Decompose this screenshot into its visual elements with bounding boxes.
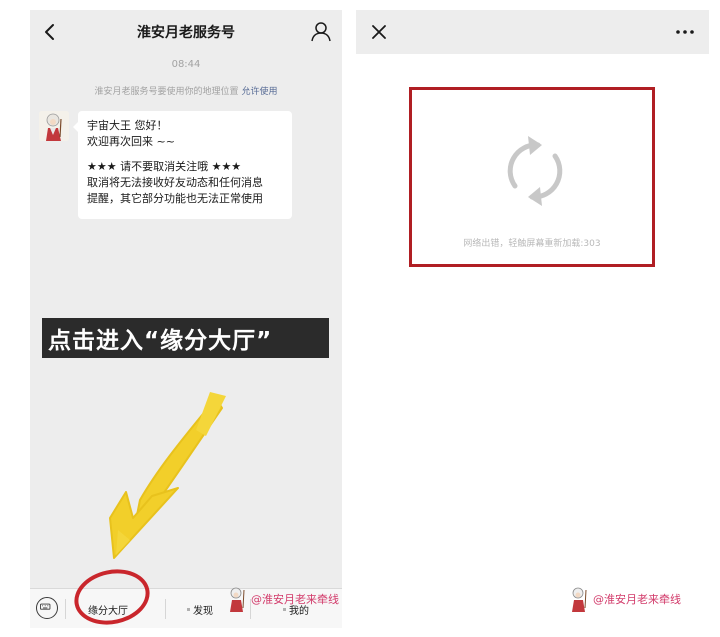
allow-location-link[interactable]: 允许使用 <box>241 87 277 97</box>
chat-screen: 淮安月老服务号 08:44 淮安月老服务号要使用你的地理位置 允许使用 宇宙大王… <box>30 10 342 628</box>
page-title: 淮安月老服务号 <box>137 25 235 41</box>
matchmaker-avatar-icon <box>39 111 69 141</box>
back-icon[interactable] <box>36 18 64 46</box>
menu-divider <box>65 599 66 619</box>
message-timestamp: 08:44 <box>171 59 201 70</box>
message-line: 提醒，其它部分功能也无法正常使用 <box>87 192 263 205</box>
matchmaker-logo-icon <box>230 587 245 612</box>
webview-screen: 网络出错，轻触屏幕重新加载:303 @淮安月老来牵线 <box>356 10 709 628</box>
error-highlight-box: 网络出错，轻触屏幕重新加载:303 <box>409 87 655 267</box>
network-error-text[interactable]: 网络出错，轻触屏幕重新加载:303 <box>412 236 652 249</box>
profile-icon[interactable] <box>308 19 334 45</box>
message-line: 欢迎再次回来 ~~ <box>87 135 175 148</box>
watermark: @淮安月老来牵线 <box>226 586 339 612</box>
message-line: ★★★ 请不要取消关注哦 ★★★ <box>87 160 242 173</box>
refresh-icon[interactable] <box>498 126 572 216</box>
close-icon[interactable] <box>368 21 390 43</box>
welcome-message: 宇宙大王 您好！ 欢迎再次回来 ~~ ★★★ 请不要取消关注哦 ★★★ 取消将无… <box>73 111 292 219</box>
message-line: 取消将无法接收好友动态和任何消息 <box>87 176 263 189</box>
location-notice: 淮安月老服务号要使用你的地理位置 允许使用 <box>30 84 342 97</box>
keyboard-icon <box>40 603 51 610</box>
menu-divider <box>165 599 166 619</box>
webview-header <box>356 10 709 54</box>
nav-bar: 淮安月老服务号 <box>30 10 342 54</box>
watermark: @淮安月老来牵线 <box>568 586 681 612</box>
matchmaker-logo-icon <box>572 587 587 612</box>
menu-item-label: 发现 <box>193 605 213 617</box>
watermark-text: @淮安月老来牵线 <box>593 593 681 606</box>
instruction-banner: 点击进入“缘分大厅” <box>42 318 329 358</box>
message-line: 宇宙大王 您好！ <box>87 119 168 132</box>
menu-dot-icon <box>187 607 190 611</box>
watermark-text: @淮安月老来牵线 <box>251 593 339 606</box>
more-dots-icon[interactable] <box>671 21 699 43</box>
keyboard-toggle-icon[interactable] <box>36 597 58 619</box>
location-notice-text: 淮安月老服务号要使用你的地理位置 <box>94 87 239 97</box>
menu-item-discover[interactable]: 发现 <box>187 599 213 619</box>
service-avatar[interactable] <box>39 111 69 141</box>
